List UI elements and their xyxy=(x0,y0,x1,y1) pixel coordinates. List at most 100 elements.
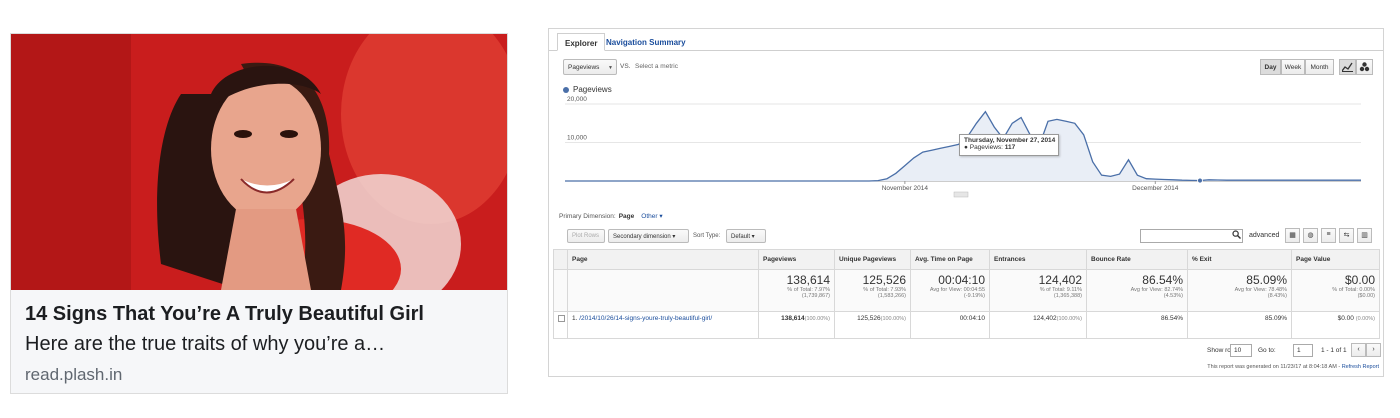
total-pageviews: 138,614% of Total: 7.97% (1,739,867) xyxy=(758,269,835,312)
pivot-view-icon[interactable]: ▥ xyxy=(1357,228,1372,243)
pie-view-icon[interactable]: ◍ xyxy=(1303,228,1318,243)
sort-type-dropdown[interactable]: Default ▾ xyxy=(726,229,766,243)
report-table: Page Pageviews Unique Pageviews Avg. Tim… xyxy=(553,249,1380,339)
pagination-range: 1 - 1 of 1 xyxy=(1321,347,1347,354)
generated-text: This report was generated on 11/23/17 at… xyxy=(1207,364,1341,370)
header-unique-pageviews[interactable]: Unique Pageviews xyxy=(834,249,911,270)
x-tick-label: December 2014 xyxy=(1132,185,1179,192)
secondary-dimension-dropdown[interactable]: Secondary dimension ▾ xyxy=(608,229,689,243)
row-page-value: $0.00 (0.00%) xyxy=(1291,311,1380,339)
card-title[interactable]: 14 Signs That You’re A Truly Beautiful G… xyxy=(25,303,424,326)
metric-dropdown-label: Pageviews xyxy=(568,64,600,71)
total-value: 85.09% xyxy=(1246,273,1287,287)
total-sub: (1,583,266) xyxy=(877,293,906,299)
select-metric-link[interactable]: Select a metric xyxy=(635,63,678,70)
primary-dimension-page[interactable]: Page xyxy=(619,213,635,220)
row-unique-pageviews: 125,526(100.00%) xyxy=(834,311,911,339)
row-page-link[interactable]: /2014/10/26/14-signs-youre-truly-beautif… xyxy=(579,315,712,322)
total-sub: (4.53%) xyxy=(1163,293,1183,299)
search-icon[interactable] xyxy=(1229,230,1243,242)
chart-tooltip: Thursday, November 27, 2014 ● Pageviews:… xyxy=(959,134,1059,156)
total-entrances: 124,402% of Total: 9.11% (1,365,388) xyxy=(989,269,1087,312)
row-page-value-amount: $0.00 xyxy=(1337,315,1354,322)
tooltip-value: 117 xyxy=(1004,144,1016,151)
sort-type-label: Sort Type: xyxy=(693,233,721,239)
row-entrances: 124,402(100.00%) xyxy=(989,311,1087,339)
granularity-week-button[interactable]: Week xyxy=(1281,59,1305,75)
header-page[interactable]: Page xyxy=(567,249,759,270)
line-chart-icon[interactable] xyxy=(1339,59,1356,75)
row-checkbox[interactable] xyxy=(553,311,568,339)
x-tick-label: November 2014 xyxy=(882,185,929,192)
total-sub: (8.43%) xyxy=(1267,293,1287,299)
report-generated-note: This report was generated on 11/23/17 at… xyxy=(1207,364,1379,370)
highlighted-point[interactable] xyxy=(1197,177,1203,184)
rows-per-page-select[interactable]: 10 xyxy=(1230,344,1252,357)
link-preview-card[interactable]: 14 Signs That You’re A Truly Beautiful G… xyxy=(10,33,508,394)
totals-row: 138,614% of Total: 7.97% (1,739,867) 125,… xyxy=(553,269,1380,312)
card-domain: read.plash.in xyxy=(25,365,123,384)
totals-blank-cell xyxy=(553,269,568,312)
row-unique-pct: (100.00%) xyxy=(880,316,906,322)
row-page-cell: 1. /2014/10/26/14-signs-youre-truly-beau… xyxy=(567,311,759,339)
row-entrances-pct: (100.00%) xyxy=(1056,316,1082,322)
header-exit[interactable]: % Exit xyxy=(1187,249,1292,270)
preview-image xyxy=(11,34,507,290)
primary-dimension-other[interactable]: Other ▾ xyxy=(641,213,662,220)
total-page-value: $0.00% of Total: 0.00% ($0.00) xyxy=(1291,269,1380,312)
total-sub: (-9.19%) xyxy=(963,293,985,299)
total-value: $0.00 xyxy=(1344,273,1375,287)
granularity-month-button[interactable]: Month xyxy=(1305,59,1334,75)
header-avg-time[interactable]: Avg. Time on Page xyxy=(910,249,990,270)
legend-marker xyxy=(563,87,569,93)
motion-chart-icon[interactable] xyxy=(1356,59,1373,75)
primary-dimension: Primary Dimension: Page Other ▾ xyxy=(559,212,663,220)
next-page-icon[interactable]: › xyxy=(1366,343,1381,357)
go-to-input[interactable]: 1 xyxy=(1293,344,1313,357)
total-avg-time: 00:04:10 Avg for View: 00:04:55 (-9.19%) xyxy=(910,269,990,312)
y-tick-label: 20,000 xyxy=(567,96,587,103)
total-sub: (1,365,388) xyxy=(1053,293,1082,299)
preview-text: 14 Signs That You’re A Truly Beautiful G… xyxy=(11,290,507,393)
go-to-label: Go to: xyxy=(1258,347,1276,354)
legend-label: Pageviews xyxy=(573,85,612,94)
prev-page-icon[interactable]: ‹ xyxy=(1351,343,1366,357)
row-exit: 85.09% xyxy=(1187,311,1292,339)
tooltip-value-line: ● Pageviews: 117 xyxy=(964,144,1016,151)
total-sub: ($0.00) xyxy=(1357,293,1375,299)
refresh-report-link[interactable]: Refresh Report xyxy=(1342,364,1379,370)
advanced-filter-link[interactable]: advanced xyxy=(1249,232,1279,239)
chart-resize-handle[interactable] xyxy=(953,191,969,198)
row-unique-value: 125,526 xyxy=(857,315,881,322)
plot-rows-button[interactable]: Plot Rows xyxy=(567,229,605,243)
total-value: 124,402 xyxy=(1038,273,1082,287)
header-page-value[interactable]: Page Value xyxy=(1291,249,1380,270)
total-value: 138,614 xyxy=(786,273,830,287)
table-search-input[interactable] xyxy=(1140,229,1243,243)
header-bounce-rate[interactable]: Bounce Rate xyxy=(1086,249,1188,270)
row-pageviews-value: 138,614 xyxy=(781,315,805,322)
tooltip-label: Pageviews: xyxy=(969,144,1003,151)
granularity-day-button[interactable]: Day xyxy=(1260,59,1281,75)
totals-page-cell xyxy=(567,269,759,312)
table-view-icon[interactable]: ▦ xyxy=(1285,228,1300,243)
card-description: Here are the true traits of why you’re a… xyxy=(25,333,386,355)
vs-label: VS. xyxy=(620,63,631,70)
table-header-row: Page Pageviews Unique Pageviews Avg. Tim… xyxy=(553,249,1380,270)
metric-dropdown[interactable]: Pageviews ▼ xyxy=(563,59,617,75)
header-entrances[interactable]: Entrances xyxy=(989,249,1087,270)
row-entrances-value: 124,402 xyxy=(1033,315,1057,322)
header-pageviews[interactable]: Pageviews xyxy=(758,249,835,270)
tooltip-date: Thursday, November 27, 2014 xyxy=(964,137,1056,144)
comparison-view-icon[interactable]: ⇆ xyxy=(1339,228,1354,243)
table-row: 1. /2014/10/26/14-signs-youre-truly-beau… xyxy=(553,311,1380,339)
chevron-down-icon: ▼ xyxy=(608,65,613,71)
report-tabs: Explorer Navigation Summary xyxy=(549,29,1383,51)
total-exit: 85.09% Avg for View: 78.48% (8.43%) xyxy=(1187,269,1292,312)
total-value: 125,526 xyxy=(862,273,906,287)
select-all-header[interactable] xyxy=(553,249,568,270)
tab-navigation-summary[interactable]: Navigation Summary xyxy=(599,33,693,51)
performance-view-icon[interactable]: ≡ xyxy=(1321,228,1336,243)
total-value: 00:04:10 xyxy=(938,273,985,287)
row-page-value-pct: (0.00%) xyxy=(1355,316,1375,322)
